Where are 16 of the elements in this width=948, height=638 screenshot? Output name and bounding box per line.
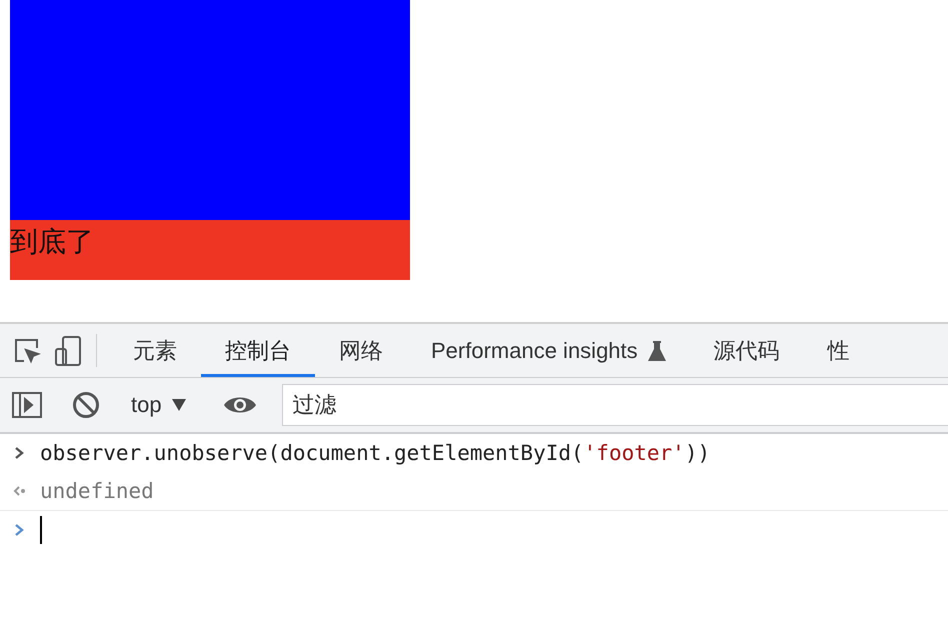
panel-tab[interactable]: 网络	[315, 327, 407, 377]
context-dropdown[interactable]: top	[125, 392, 192, 418]
string-literal: 'footer'	[584, 441, 685, 465]
filter-field[interactable]: 过滤	[282, 384, 948, 426]
text-cursor	[40, 516, 42, 544]
sidebar-icon[interactable]	[12, 392, 42, 418]
panel-tab[interactable]: 性	[804, 327, 874, 377]
command-text: observer.unobserve(document.getElementById(	[40, 441, 584, 465]
panel-tab[interactable]: 元素	[109, 327, 201, 377]
footer-text: 到底了	[10, 220, 410, 280]
panel-tab[interactable]: 源代码	[690, 327, 804, 377]
clear-icon[interactable]	[72, 391, 100, 419]
dropdown-arrow-icon	[172, 399, 186, 411]
command-text: ))	[684, 441, 710, 465]
result-text: undefined	[40, 479, 154, 503]
panel-tab[interactable]: Performance insights	[407, 327, 690, 377]
